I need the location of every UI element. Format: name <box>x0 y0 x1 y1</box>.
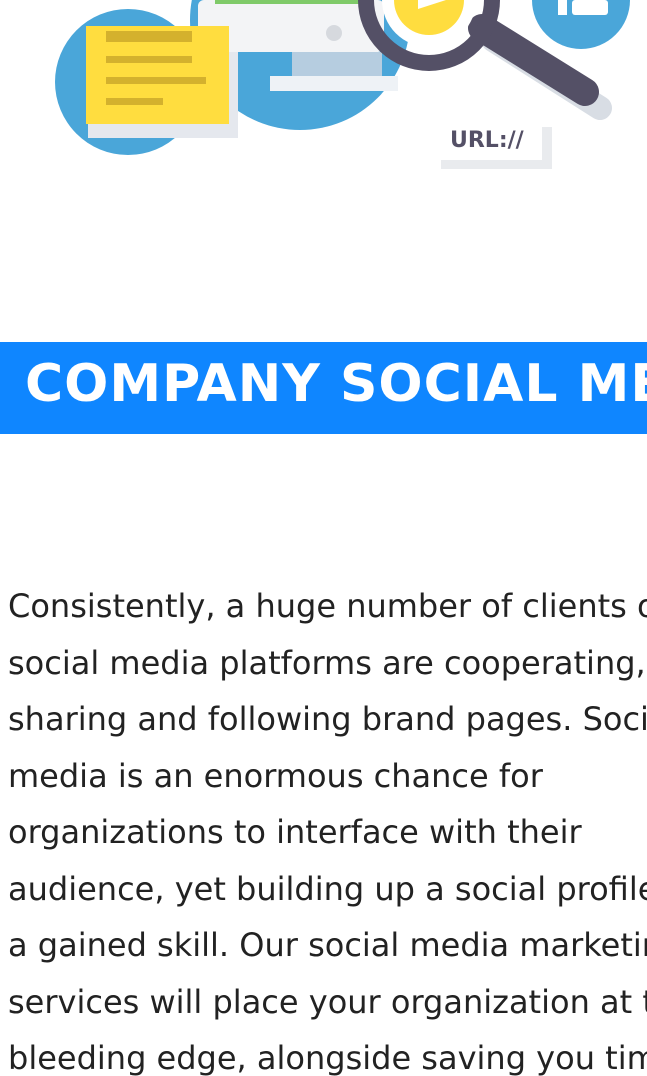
body-paragraph: Consistently, a huge number of clients o… <box>8 578 647 1076</box>
sticky-note-line-icon <box>106 98 163 105</box>
body-text-line: organizations to interface with their <box>8 813 582 851</box>
marketing-illustration-image: URL:// <box>55 0 630 169</box>
section-heading-bar: COMPANY SOCIAL MEDIA <box>0 342 647 434</box>
monitor-power-button <box>326 25 342 41</box>
share-icon <box>558 0 567 15</box>
monitor-screen-strip <box>215 0 360 4</box>
hero-illustration: URL:// <box>0 0 647 200</box>
body-text-line: bleeding edge, alongside saving you time… <box>8 1039 647 1076</box>
sticky-note-line-icon <box>106 77 206 84</box>
url-label: URL:// <box>450 128 525 153</box>
body-text-line: services will place your organization at… <box>8 982 647 1021</box>
monitor-stand <box>292 52 382 76</box>
like-thumb-icon <box>572 0 608 15</box>
sticky-note-line-icon <box>106 56 192 63</box>
body-text-line: Consistently, a huge number of clients o… <box>8 587 647 625</box>
body-text-line: audience, yet building up a social profi… <box>8 869 647 908</box>
page-title: COMPANY SOCIAL MEDIA <box>25 354 647 414</box>
section-body: Consistently, a huge number of clients o… <box>0 578 647 1076</box>
body-text-line: a gained skill. Our social media marketi… <box>8 926 647 964</box>
body-text-line: sharing and following brand pages. Socia… <box>8 700 647 738</box>
body-text-line: social media platforms are cooperating, <box>8 643 646 682</box>
monitor-base <box>270 76 398 91</box>
sticky-note-line-icon <box>106 31 192 42</box>
body-text-line: media is an enormous chance for <box>8 756 543 795</box>
